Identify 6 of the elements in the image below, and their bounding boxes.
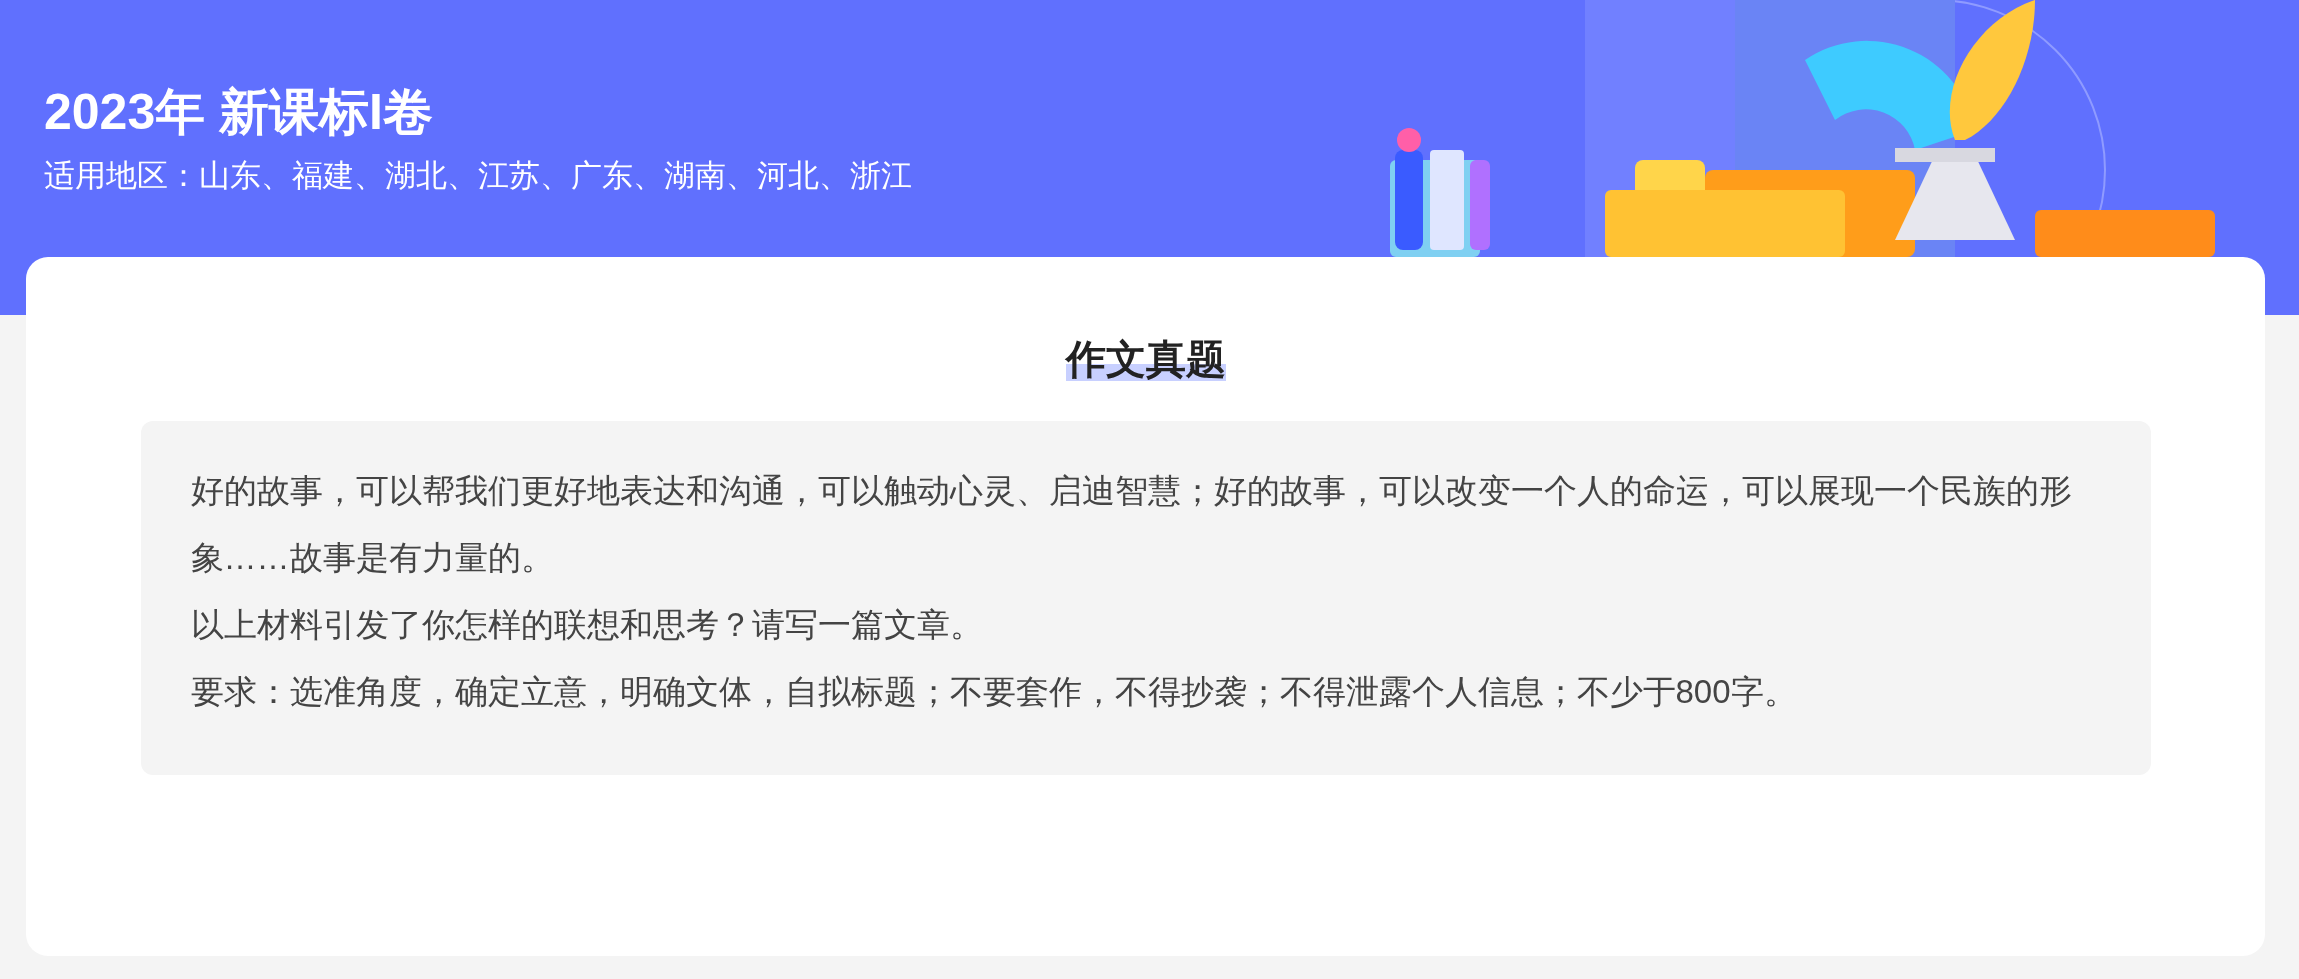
prompt-paragraph: 好的故事，可以帮我们更好地表达和沟通，可以触动心灵、启迪智慧；好的故事，可以改变一个人的命运，可以展现一个民族的形象……故事是有力量的。 bbox=[190, 471, 2073, 578]
region-subtitle: 适用地区：山东、福建、湖北、江苏、广东、湖南、河北、浙江 bbox=[44, 157, 912, 195]
prompt-paragraph: 以上材料引发了你怎样的联想和思考？请写一篇文章。 bbox=[190, 605, 984, 645]
prompt-paragraph: 要求：选准角度，确定立意，明确文体，自拟标题；不要套作，不得抄袭；不得泄露个人信息；不少于800字。 bbox=[190, 672, 1798, 712]
page-title: 2023年 新课标I卷 bbox=[44, 83, 434, 142]
section-heading: 作文真题 bbox=[1065, 337, 1226, 381]
